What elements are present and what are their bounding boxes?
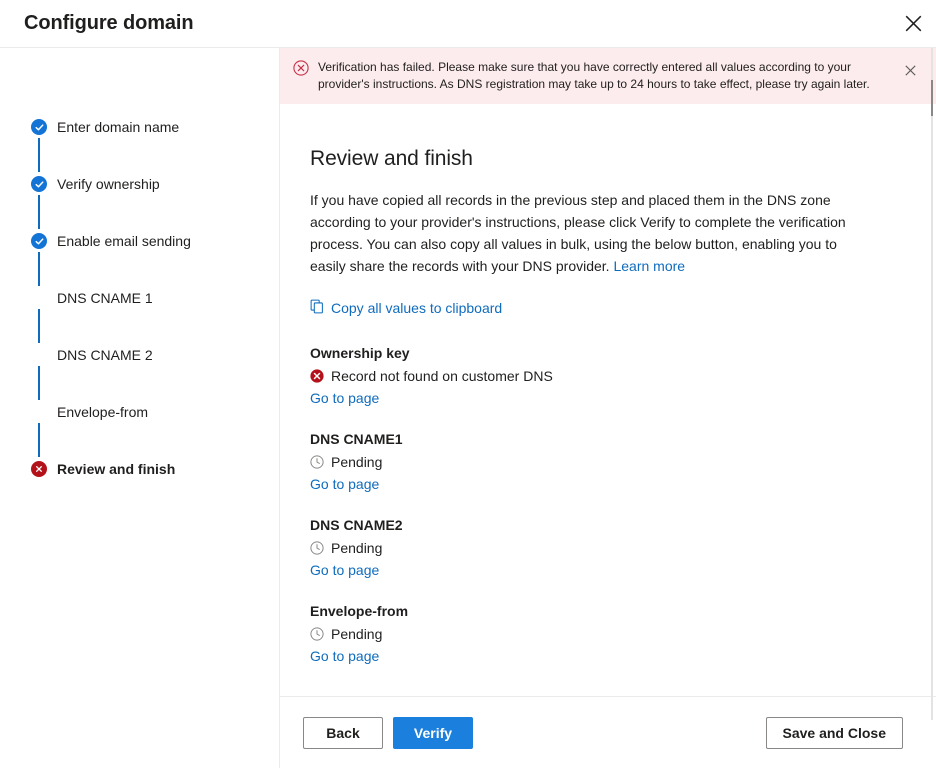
intro-text: If you have copied all records in the pr… xyxy=(310,192,846,274)
check-circle-icon xyxy=(31,176,47,192)
wizard-step-rail: Enter domain name Verify ownership xyxy=(0,48,280,768)
clock-icon xyxy=(310,627,324,641)
back-button[interactable]: Back xyxy=(303,717,383,749)
footer-left-actions: Back Verify xyxy=(303,717,473,749)
record-status-label: Pending xyxy=(331,624,382,644)
dialog-body: Enter domain name Verify ownership xyxy=(0,48,936,768)
copy-all-values-label: Copy all values to clipboard xyxy=(331,300,502,316)
clock-icon xyxy=(310,541,324,555)
go-to-page-link[interactable]: Go to page xyxy=(310,474,379,494)
record-status: Record not found on customer DNS xyxy=(310,366,872,386)
step-connector xyxy=(38,252,40,286)
error-banner: Verification has failed. Please make sur… xyxy=(280,48,936,104)
wizard-step-verify-ownership[interactable]: Verify ownership xyxy=(0,173,279,230)
verify-button[interactable]: Verify xyxy=(393,717,473,749)
error-banner-message: Verification has failed. Please make sur… xyxy=(318,59,898,93)
wizard-step-label: DNS CNAME 1 xyxy=(57,287,279,308)
record-item: DNS CNAME2 Pending Go to page xyxy=(310,515,872,580)
error-icon xyxy=(310,369,324,383)
record-item: DNS CNAME1 Pending Go to page xyxy=(310,429,872,494)
clock-icon xyxy=(310,455,324,469)
record-item: Envelope-from Pending Go to page xyxy=(310,601,872,666)
step-connector xyxy=(38,423,40,457)
close-icon[interactable] xyxy=(898,59,922,81)
wizard-step-enable-email-sending[interactable]: Enable email sending xyxy=(0,230,279,287)
copy-all-values-button[interactable]: Copy all values to clipboard xyxy=(310,299,502,317)
record-name: Ownership key xyxy=(310,343,872,363)
pending-dot-icon xyxy=(31,347,47,363)
intro-paragraph: If you have copied all records in the pr… xyxy=(310,189,872,277)
pending-dot-icon xyxy=(31,404,47,420)
record-item: Ownership key Record not found on custom… xyxy=(310,343,872,408)
go-to-page-link[interactable]: Go to page xyxy=(310,560,379,580)
wizard-step-label: Review and finish xyxy=(57,458,279,479)
dialog-footer: Back Verify Save and Close xyxy=(280,696,936,768)
record-name: DNS CNAME2 xyxy=(310,515,872,535)
scrollbar-track[interactable] xyxy=(931,48,933,720)
record-status: Pending xyxy=(310,452,872,472)
step-connector xyxy=(38,195,40,229)
record-status-label: Record not found on customer DNS xyxy=(331,366,553,386)
page-title: Configure domain xyxy=(24,12,194,35)
wizard-step-label: Envelope-from xyxy=(57,401,279,422)
wizard-step-label: Enable email sending xyxy=(57,230,279,251)
record-name: DNS CNAME1 xyxy=(310,429,872,449)
wizard-step-enter-domain-name[interactable]: Enter domain name xyxy=(0,116,279,173)
wizard-step-label: DNS CNAME 2 xyxy=(57,344,279,365)
error-circle-icon xyxy=(293,60,309,81)
go-to-page-link[interactable]: Go to page xyxy=(310,388,379,408)
wizard-step-dns-cname-2[interactable]: DNS CNAME 2 xyxy=(0,344,279,401)
wizard-step-label: Enter domain name xyxy=(57,116,279,137)
save-and-close-button[interactable]: Save and Close xyxy=(766,717,904,749)
error-circle-icon xyxy=(31,461,47,477)
wizard-step-envelope-from[interactable]: Envelope-from xyxy=(0,401,279,458)
record-name: Envelope-from xyxy=(310,601,872,621)
review-and-finish-content: Review and finish If you have copied all… xyxy=(280,104,936,696)
scrollbar-thumb[interactable] xyxy=(931,80,933,116)
wizard-step-review-and-finish[interactable]: Review and finish xyxy=(0,458,279,479)
pending-dot-icon xyxy=(31,290,47,306)
section-heading: Review and finish xyxy=(310,147,872,171)
record-status-label: Pending xyxy=(331,452,382,472)
record-status: Pending xyxy=(310,624,872,644)
step-connector xyxy=(38,366,40,400)
copy-icon xyxy=(310,299,325,317)
record-status-label: Pending xyxy=(331,538,382,558)
go-to-page-link[interactable]: Go to page xyxy=(310,646,379,666)
close-icon[interactable] xyxy=(890,0,936,47)
wizard-content-panel: Verification has failed. Please make sur… xyxy=(280,48,936,768)
learn-more-link[interactable]: Learn more xyxy=(613,258,685,274)
wizard-step-label: Verify ownership xyxy=(57,173,279,194)
check-circle-icon xyxy=(31,233,47,249)
step-connector xyxy=(38,309,40,343)
wizard-step-dns-cname-1[interactable]: DNS CNAME 1 xyxy=(0,287,279,344)
step-connector xyxy=(38,138,40,172)
record-status: Pending xyxy=(310,538,872,558)
dialog-title-bar: Configure domain xyxy=(0,0,936,48)
check-circle-icon xyxy=(31,119,47,135)
